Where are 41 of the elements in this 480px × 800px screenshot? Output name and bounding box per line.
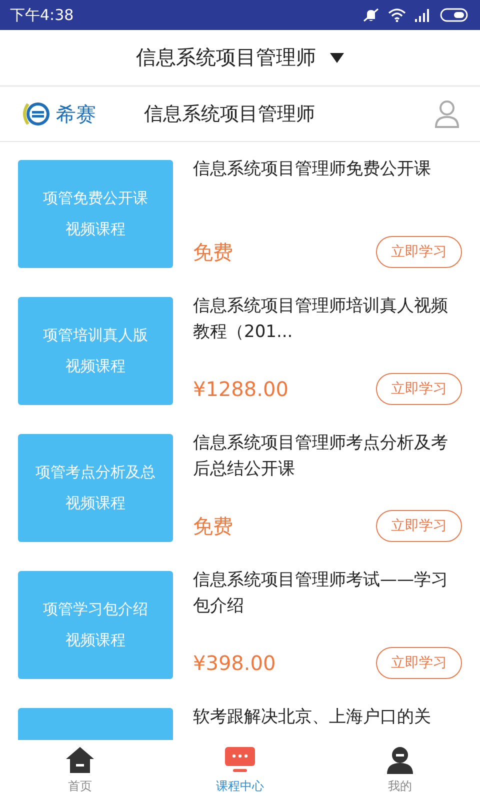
battery-icon <box>440 8 470 22</box>
user-icon[interactable] <box>434 100 460 128</box>
thumbnail-subtitle: 视频课程 <box>66 220 126 239</box>
course-title[interactable]: 信息系统项目管理师免费公开课 <box>193 156 462 182</box>
study-button[interactable]: 立即学习 <box>376 236 462 268</box>
thumbnail-title: 项管培训真人版 <box>43 326 148 345</box>
course-title[interactable]: 软考跟解决北京、上海户口的关 <box>193 704 462 730</box>
course-price: 免费 <box>193 238 233 266</box>
signal-icon <box>414 8 432 22</box>
course-thumbnail[interactable]: 项管考点分析及总 视频课程 <box>18 434 173 542</box>
mute-icon <box>362 8 380 22</box>
study-button[interactable]: 立即学习 <box>376 373 462 405</box>
course-title[interactable]: 信息系统项目管理师考点分析及考后总结公开课 <box>193 430 462 482</box>
category-dropdown[interactable]: 信息系统项目管理师 <box>132 40 348 75</box>
dropdown-caret-icon <box>330 52 344 62</box>
course-price: ¥398.00 <box>193 651 276 675</box>
thumbnail-subtitle: 视频课程 <box>66 357 126 376</box>
course-price: 免费 <box>193 512 233 540</box>
study-button[interactable]: 立即学习 <box>376 510 462 542</box>
nav-tab[interactable]: 我的 <box>320 740 480 800</box>
page-title: 信息系统项目管理师 <box>144 102 316 127</box>
course-thumbnail[interactable]: 项管培训真人版 视频课程 <box>18 297 173 405</box>
nav-tab[interactable]: 课程中心 <box>160 740 320 800</box>
logo-text: 希赛 <box>56 100 96 128</box>
thumbnail-title: 项管免费公开课 <box>43 189 148 208</box>
course-title[interactable]: 信息系统项目管理师培训真人视频教程（201... <box>193 293 462 345</box>
thumbnail-subtitle: 视频课程 <box>66 631 126 650</box>
course-thumbnail[interactable]: 项管学习包介绍 视频课程 <box>18 571 173 679</box>
screen-icon <box>224 746 256 774</box>
thumbnail-title: 项管学习包介绍 <box>43 600 148 619</box>
study-button[interactable]: 立即学习 <box>376 647 462 679</box>
thumbnail-subtitle: 视频课程 <box>66 494 126 513</box>
wifi-icon <box>388 8 406 22</box>
course-thumbnail[interactable]: 项管免费公开课 视频课程 <box>18 160 173 268</box>
course-price: ¥1288.00 <box>193 377 288 401</box>
nav-tab[interactable]: 首页 <box>0 740 160 800</box>
course-title[interactable]: 信息系统项目管理师考试——学习包介绍 <box>193 567 462 619</box>
status-time: 下午4:38 <box>10 6 74 24</box>
home-icon <box>65 746 95 774</box>
thumbnail-title: 项管考点分析及总 <box>36 463 156 482</box>
person-icon <box>385 746 415 774</box>
